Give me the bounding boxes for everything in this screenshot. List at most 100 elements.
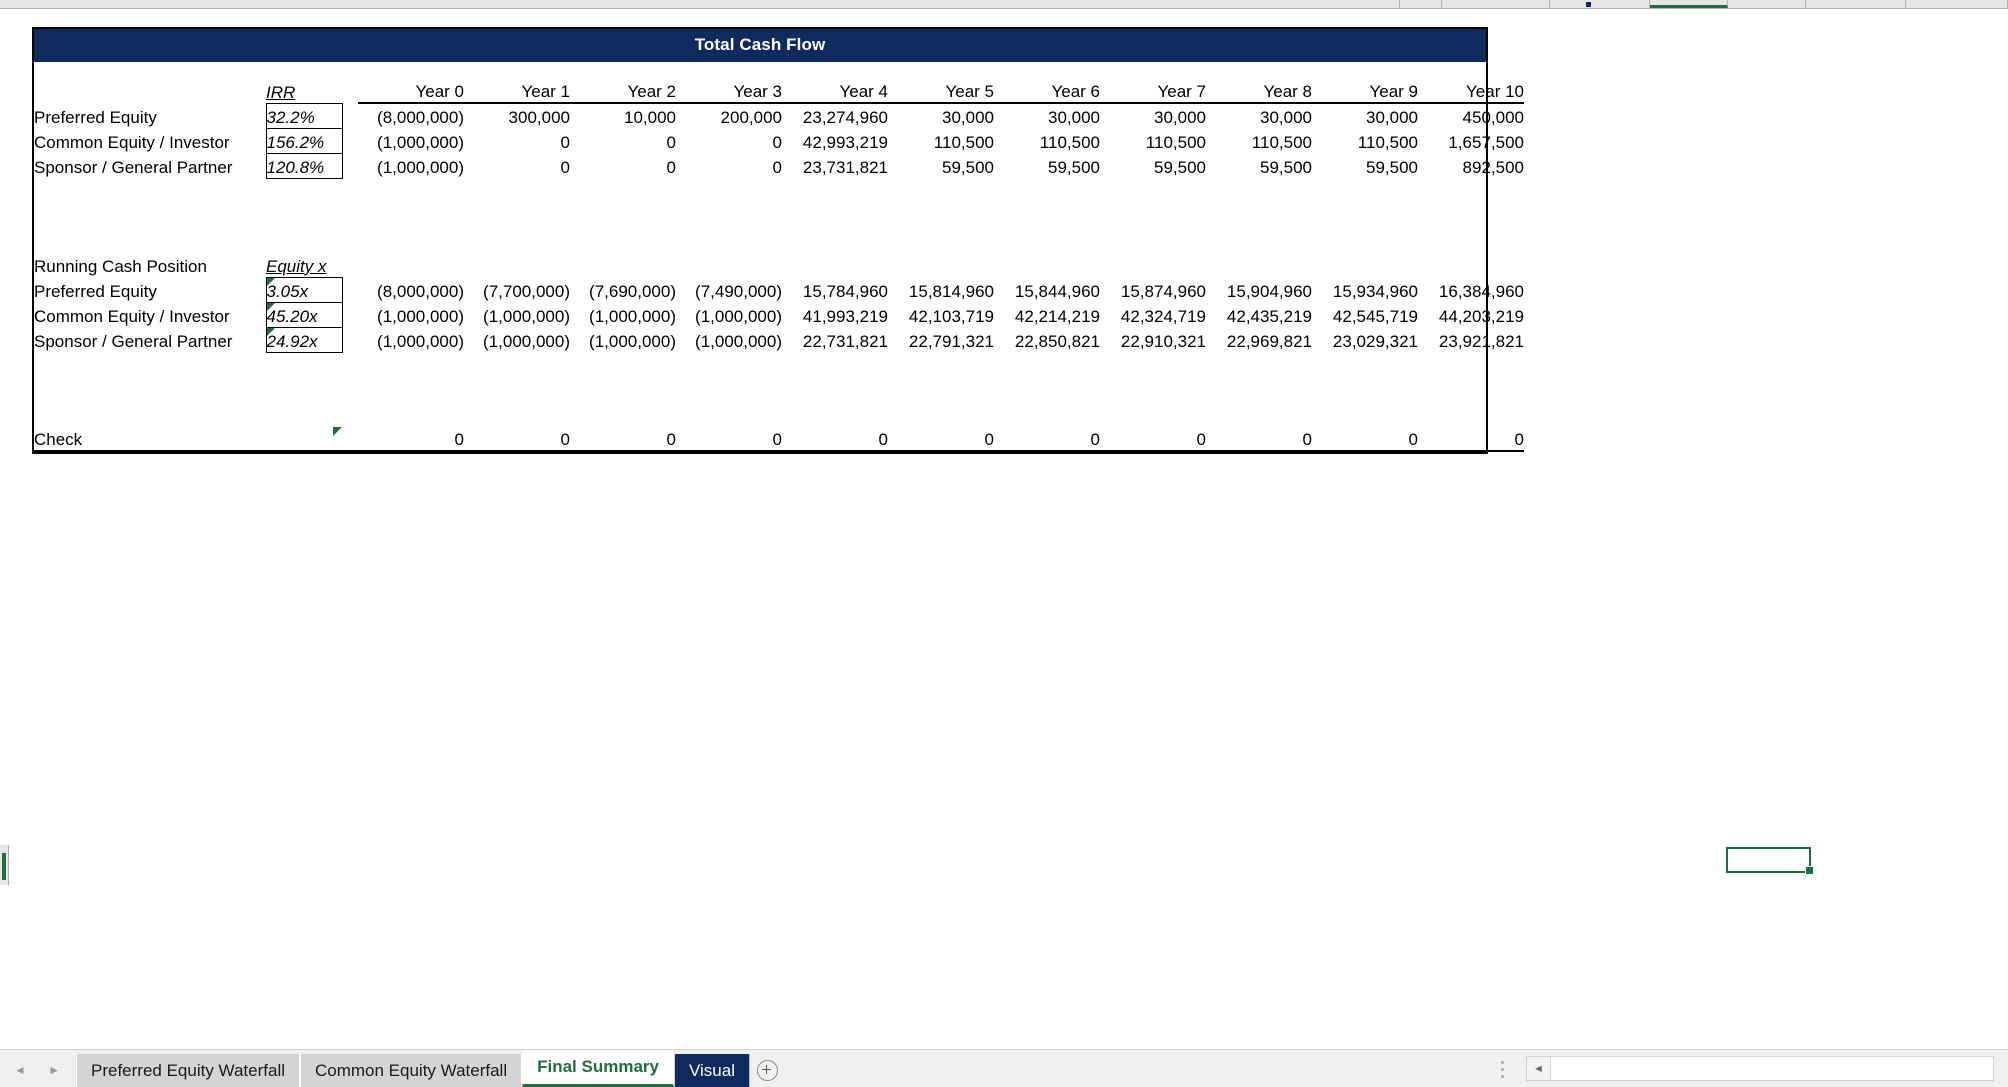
check-value[interactable]: 0 bbox=[994, 423, 1100, 452]
cell-value[interactable]: 22,969,821 bbox=[1206, 327, 1312, 352]
irr-value-cell[interactable]: 156.2% bbox=[265, 127, 343, 154]
cell-value[interactable]: 0 bbox=[570, 153, 676, 178]
column-header-cell[interactable] bbox=[1806, 0, 1906, 8]
cell-value[interactable]: 22,731,821 bbox=[782, 327, 888, 352]
sheet-nav-prev-icon[interactable]: ◄ bbox=[14, 1063, 26, 1077]
cell-value[interactable]: 892,500 bbox=[1418, 153, 1524, 178]
cell-value[interactable]: (8,000,000) bbox=[358, 277, 464, 302]
cell-value[interactable]: 30,000 bbox=[1206, 103, 1312, 128]
selected-cell[interactable] bbox=[1726, 847, 1811, 873]
cell-value[interactable]: (1,000,000) bbox=[464, 327, 570, 352]
cell-value[interactable]: (7,700,000) bbox=[464, 277, 570, 302]
cell-value[interactable]: (1,000,000) bbox=[358, 153, 464, 178]
cell-value[interactable]: (1,000,000) bbox=[570, 327, 676, 352]
cell-value[interactable]: 22,791,321 bbox=[888, 327, 994, 352]
column-header-cell[interactable] bbox=[1442, 0, 1550, 8]
sheet-tab-preferred-equity-waterfall[interactable]: Preferred Equity Waterfall bbox=[76, 1054, 300, 1087]
cell-value[interactable]: 0 bbox=[464, 153, 570, 178]
cell-value[interactable]: 30,000 bbox=[888, 103, 994, 128]
sheet-tab-final-summary[interactable]: Final Summary bbox=[522, 1050, 674, 1087]
cell-value[interactable]: 30,000 bbox=[994, 103, 1100, 128]
equity-multiple-value-cell[interactable]: 24.92x bbox=[265, 326, 343, 353]
cell-value[interactable]: 300,000 bbox=[464, 103, 570, 128]
cell-value[interactable]: 59,500 bbox=[994, 153, 1100, 178]
cell-value[interactable]: (1,000,000) bbox=[570, 302, 676, 327]
cell-value[interactable]: 41,993,219 bbox=[782, 302, 888, 327]
cell-value[interactable]: 42,435,219 bbox=[1206, 302, 1312, 327]
sheet-nav-arrows[interactable]: ◄ ► bbox=[14, 1059, 60, 1081]
cell-value[interactable]: 110,500 bbox=[1100, 128, 1206, 153]
cell-value[interactable]: (1,000,000) bbox=[358, 302, 464, 327]
check-value[interactable]: 0 bbox=[782, 423, 888, 452]
cell-value[interactable]: 15,814,960 bbox=[888, 277, 994, 302]
check-value[interactable]: 0 bbox=[464, 423, 570, 452]
cell-value[interactable]: 42,993,219 bbox=[782, 128, 888, 153]
check-value[interactable]: 0 bbox=[1100, 423, 1206, 452]
cell-value[interactable]: 110,500 bbox=[994, 128, 1100, 153]
check-value[interactable]: 0 bbox=[358, 423, 464, 452]
cell-value[interactable]: 110,500 bbox=[1206, 128, 1312, 153]
cell-value[interactable]: (1,000,000) bbox=[676, 302, 782, 327]
cell-value[interactable]: (1,000,000) bbox=[676, 327, 782, 352]
cell-value[interactable]: (1,000,000) bbox=[358, 327, 464, 352]
irr-value-cell[interactable]: 120.8% bbox=[265, 152, 343, 179]
cell-value[interactable]: 0 bbox=[570, 128, 676, 153]
sheet-tab-common-equity-waterfall[interactable]: Common Equity Waterfall bbox=[300, 1054, 523, 1087]
cell-value[interactable]: 0 bbox=[676, 153, 782, 178]
cell-value[interactable]: (7,490,000) bbox=[676, 277, 782, 302]
cell-value[interactable]: 1,657,500 bbox=[1418, 128, 1524, 153]
tab-splitter-handle[interactable] bbox=[1500, 1061, 1505, 1078]
column-header-cell[interactable] bbox=[1906, 0, 2008, 8]
irr-value-cell[interactable]: 32.2% bbox=[265, 102, 343, 129]
column-header-cell[interactable] bbox=[1728, 0, 1806, 8]
check-value[interactable]: 0 bbox=[676, 423, 782, 452]
column-header-cell[interactable] bbox=[1550, 0, 1650, 8]
horizontal-scrollbar[interactable]: ◄ bbox=[1526, 1056, 1994, 1081]
cell-value[interactable]: 42,103,719 bbox=[888, 302, 994, 327]
check-value[interactable]: 0 bbox=[570, 423, 676, 452]
cell-value[interactable]: (1,000,000) bbox=[358, 128, 464, 153]
cell-value[interactable]: 30,000 bbox=[1312, 103, 1418, 128]
check-value[interactable]: 0 bbox=[1418, 423, 1524, 452]
cell-value[interactable]: 110,500 bbox=[888, 128, 994, 153]
check-value[interactable]: 0 bbox=[1206, 423, 1312, 452]
cell-value[interactable]: 23,921,821 bbox=[1418, 327, 1524, 352]
scrollbar-track[interactable] bbox=[1551, 1057, 1993, 1080]
column-header-cell[interactable] bbox=[0, 0, 1400, 8]
cell-value[interactable]: 59,500 bbox=[1100, 153, 1206, 178]
cell-value[interactable]: 23,274,960 bbox=[782, 103, 888, 128]
cell-value[interactable]: 10,000 bbox=[570, 103, 676, 128]
cell-value[interactable]: 30,000 bbox=[1100, 103, 1206, 128]
cell-value[interactable]: 44,203,219 bbox=[1418, 302, 1524, 327]
check-value[interactable]: 0 bbox=[1312, 423, 1418, 452]
equity-multiple-value-cell[interactable]: 3.05x bbox=[265, 276, 343, 303]
fill-handle[interactable] bbox=[1805, 866, 1814, 875]
cell-value[interactable]: 22,910,321 bbox=[1100, 327, 1206, 352]
cell-value[interactable]: 15,904,960 bbox=[1206, 277, 1312, 302]
cell-value[interactable]: 0 bbox=[676, 128, 782, 153]
add-sheet-button[interactable] bbox=[749, 1054, 786, 1087]
cell-value[interactable]: 16,384,960 bbox=[1418, 277, 1524, 302]
check-value[interactable]: 0 bbox=[888, 423, 994, 452]
sheet-nav-next-icon[interactable]: ► bbox=[48, 1063, 60, 1077]
cell-value[interactable]: 15,874,960 bbox=[1100, 277, 1206, 302]
sheet-tab-visual[interactable]: Visual bbox=[673, 1054, 750, 1087]
cell-value[interactable]: 23,731,821 bbox=[782, 153, 888, 178]
cell-value[interactable]: 15,784,960 bbox=[782, 277, 888, 302]
cell-value[interactable]: 22,850,821 bbox=[994, 327, 1100, 352]
cell-value[interactable]: (7,690,000) bbox=[570, 277, 676, 302]
cell-value[interactable]: 59,500 bbox=[1312, 153, 1418, 178]
cell-value[interactable]: 110,500 bbox=[1312, 128, 1418, 153]
cell-value[interactable]: 15,844,960 bbox=[994, 277, 1100, 302]
cell-value[interactable]: 42,545,719 bbox=[1312, 302, 1418, 327]
column-header-cell[interactable] bbox=[1400, 0, 1442, 8]
cell-value[interactable]: 42,214,219 bbox=[994, 302, 1100, 327]
cell-value[interactable]: 59,500 bbox=[888, 153, 994, 178]
scroll-left-arrow-icon[interactable]: ◄ bbox=[1527, 1057, 1551, 1080]
cell-value[interactable]: 200,000 bbox=[676, 103, 782, 128]
cell-value[interactable]: (8,000,000) bbox=[358, 103, 464, 128]
equity-multiple-value-cell[interactable]: 45.20x bbox=[265, 301, 343, 328]
cell-value[interactable]: 0 bbox=[464, 128, 570, 153]
cell-value[interactable]: 23,029,321 bbox=[1312, 327, 1418, 352]
column-header-cell-selected[interactable] bbox=[1650, 0, 1728, 8]
